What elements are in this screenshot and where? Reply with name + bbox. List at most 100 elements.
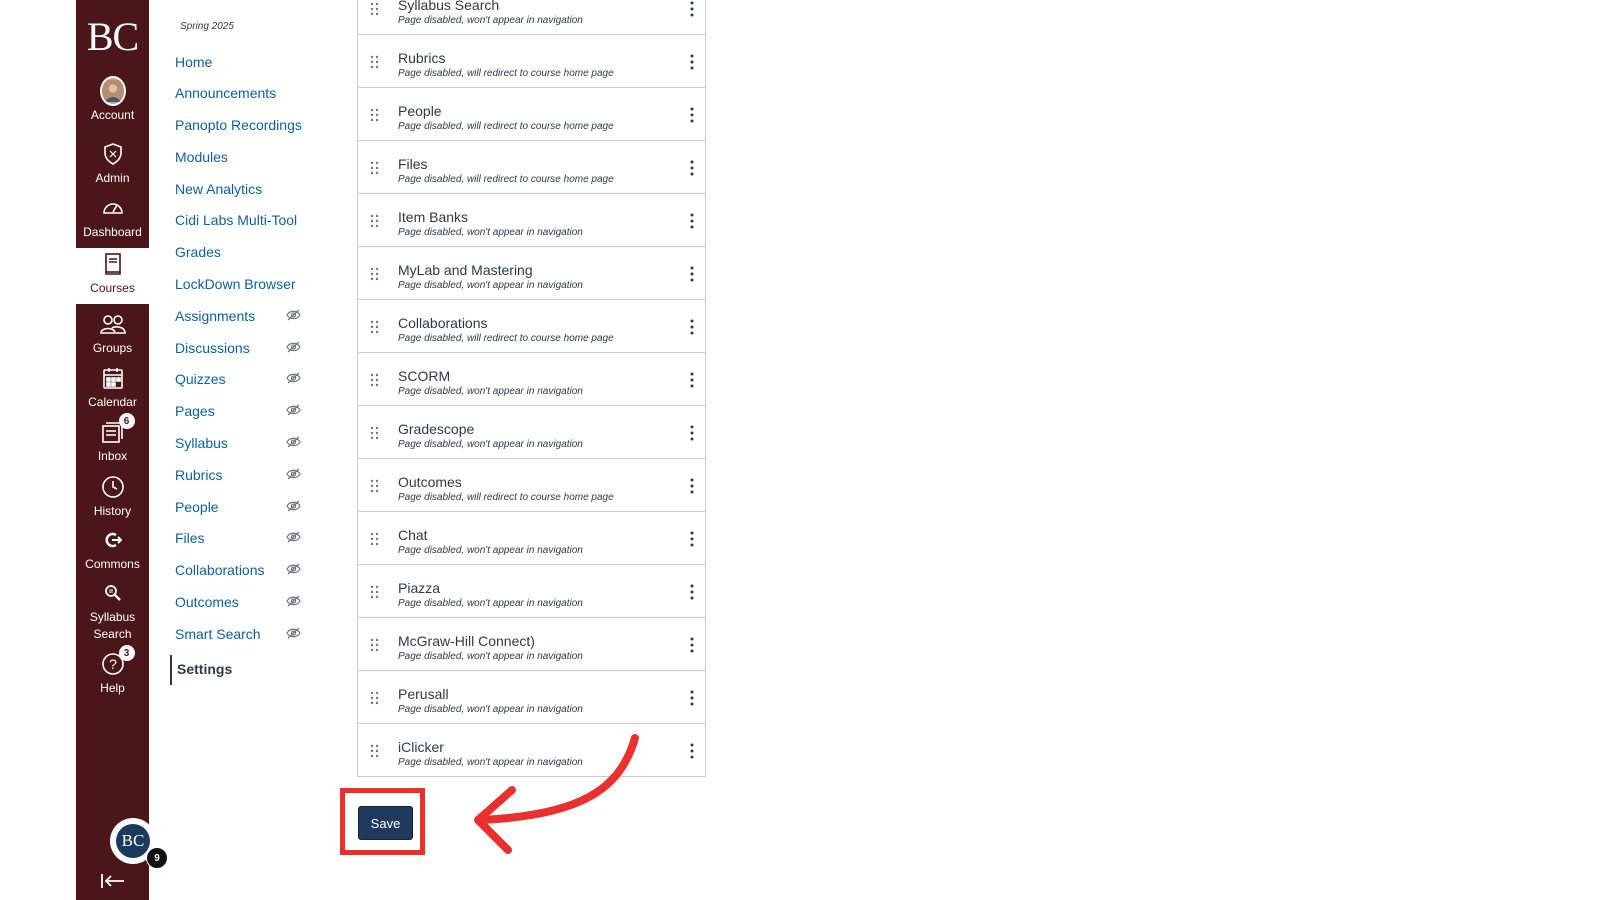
course-nav-quizzes[interactable]: Quizzes: [175, 371, 226, 387]
nav-syllabus-search[interactable]: Syllabus Search: [76, 580, 149, 643]
drag-handle-icon[interactable]: [370, 373, 380, 387]
eye-slash-icon: [286, 531, 301, 543]
drag-handle-icon[interactable]: [370, 691, 380, 705]
more-options-icon[interactable]: [685, 424, 699, 442]
more-options-icon[interactable]: [685, 530, 699, 548]
shield-icon: [100, 141, 126, 167]
nav-label: Commons: [85, 557, 140, 571]
course-nav-pages[interactable]: Pages: [175, 403, 215, 419]
inbox-badge: 6: [118, 413, 135, 429]
course-nav-rubrics[interactable]: Rubrics: [175, 467, 222, 483]
nav-label: Groups: [92, 341, 133, 355]
list-item[interactable]: Gradescope Page disabled, won't appear in…: [358, 406, 705, 459]
list-item[interactable]: SCORM Page disabled, won't appear in navi…: [358, 353, 705, 406]
course-nav-announcements[interactable]: Announcements: [175, 85, 276, 101]
list-item[interactable]: Rubrics Page disabled, will redirect to c…: [358, 35, 705, 88]
drag-handle-icon[interactable]: [370, 267, 380, 281]
drag-handle-icon[interactable]: [370, 108, 380, 122]
course-nav-grades[interactable]: Grades: [175, 244, 221, 260]
course-nav-home[interactable]: Home: [175, 54, 212, 70]
drag-handle-icon[interactable]: [370, 585, 380, 599]
list-item[interactable]: Outcomes Page disabled, will redirect to …: [358, 459, 705, 512]
list-item[interactable]: Chat Page disabled, won't appear in navig…: [358, 512, 705, 565]
nav-inbox[interactable]: 6 Inbox: [76, 413, 149, 465]
item-status: Page disabled, won't appear in navigatio…: [398, 598, 583, 609]
more-options-icon[interactable]: [685, 477, 699, 495]
course-nav-collaborations[interactable]: Collaborations: [175, 562, 265, 578]
drag-handle-icon[interactable]: [370, 744, 380, 758]
account-avatar: [99, 76, 126, 106]
list-item[interactable]: McGraw-Hill Connect) Page disabled, won't…: [358, 618, 705, 671]
nav-label: Admin: [95, 171, 130, 185]
collapse-nav-icon[interactable]: [100, 872, 126, 890]
nav-label: Calendar: [88, 395, 137, 409]
drag-handle-icon[interactable]: [370, 161, 380, 175]
drag-handle-icon[interactable]: [370, 638, 380, 652]
drag-handle-icon[interactable]: [370, 2, 380, 16]
list-item[interactable]: Collaborations Page disabled, will redire…: [358, 300, 705, 353]
item-title: Chat: [398, 527, 428, 543]
item-status: Page disabled, won't appear in navigatio…: [398, 439, 583, 450]
course-nav-files[interactable]: Files: [175, 530, 205, 546]
item-title: MyLab and Mastering: [398, 262, 533, 278]
institution-logo-text: BC: [116, 824, 150, 858]
course-nav-syllabus[interactable]: Syllabus: [175, 435, 228, 451]
drag-handle-icon[interactable]: [370, 426, 380, 440]
nav-history[interactable]: History: [76, 474, 149, 520]
list-item[interactable]: Syllabus Search Page disabled, won't appe…: [358, 0, 705, 35]
course-nav-settings[interactable]: Settings: [170, 655, 232, 685]
save-button[interactable]: Save: [358, 806, 413, 840]
course-nav-new-analytics[interactable]: New Analytics: [175, 181, 262, 197]
groups-icon: [99, 311, 126, 337]
more-options-icon[interactable]: [685, 265, 699, 283]
more-options-icon[interactable]: [685, 689, 699, 707]
nav-courses[interactable]: Courses: [76, 248, 149, 304]
nav-calendar[interactable]: Calendar: [76, 365, 149, 411]
course-nav-panopto-recordings[interactable]: Panopto Recordings: [175, 117, 302, 133]
more-options-icon[interactable]: [685, 212, 699, 230]
nav-groups[interactable]: Groups: [76, 311, 149, 357]
more-options-icon[interactable]: [685, 106, 699, 124]
course-nav-outcomes[interactable]: Outcomes: [175, 594, 239, 610]
eye-slash-icon: [286, 436, 301, 448]
more-options-icon[interactable]: [685, 53, 699, 71]
course-nav-lockdown-browser[interactable]: LockDown Browser: [175, 276, 296, 292]
item-title: iClicker: [398, 739, 444, 755]
item-title: Outcomes: [398, 474, 462, 490]
list-item[interactable]: Files Page disabled, will redirect to cou…: [358, 141, 705, 194]
list-item[interactable]: Item Banks Page disabled, won't appear in…: [358, 194, 705, 247]
course-nav-people[interactable]: People: [175, 499, 219, 515]
drag-handle-icon[interactable]: [370, 320, 380, 334]
list-item[interactable]: Perusall Page disabled, won't appear in n…: [358, 671, 705, 724]
course-nav-smart-search[interactable]: Smart Search: [175, 626, 261, 642]
nav-help[interactable]: ? 3 Help: [76, 645, 149, 697]
item-status: Page disabled, will redirect to course h…: [398, 333, 614, 344]
more-options-icon[interactable]: [685, 0, 699, 18]
item-title: Syllabus Search: [398, 0, 500, 13]
nav-account[interactable]: Account: [76, 76, 149, 124]
more-options-icon[interactable]: [685, 583, 699, 601]
more-options-icon[interactable]: [685, 636, 699, 654]
eye-slash-icon: [286, 404, 301, 416]
course-nav-modules[interactable]: Modules: [175, 149, 228, 165]
help-badge: 3: [118, 645, 135, 661]
course-nav-assignments[interactable]: Assignments: [175, 308, 255, 324]
drag-handle-icon[interactable]: [370, 55, 380, 69]
bc-logo[interactable]: BC: [76, 0, 149, 72]
list-item[interactable]: MyLab and Mastering Page disabled, won't …: [358, 247, 705, 300]
nav-admin[interactable]: Admin: [76, 141, 149, 187]
course-nav-cidi-labs[interactable]: Cidi Labs Multi-Tool: [175, 212, 297, 228]
more-options-icon[interactable]: [685, 371, 699, 389]
drag-handle-icon[interactable]: [370, 214, 380, 228]
drag-handle-icon[interactable]: [370, 532, 380, 546]
list-item[interactable]: Piazza Page disabled, won't appear in nav…: [358, 565, 705, 618]
drag-handle-icon[interactable]: [370, 479, 380, 493]
item-status: Page disabled, will redirect to course h…: [398, 68, 614, 79]
course-nav-discussions[interactable]: Discussions: [175, 340, 250, 356]
more-options-icon[interactable]: [685, 318, 699, 336]
list-item[interactable]: People Page disabled, will redirect to co…: [358, 88, 705, 141]
nav-commons[interactable]: Commons: [76, 527, 149, 573]
nav-dashboard[interactable]: Dashboard: [76, 195, 149, 241]
more-options-icon[interactable]: [685, 742, 699, 760]
more-options-icon[interactable]: [685, 159, 699, 177]
